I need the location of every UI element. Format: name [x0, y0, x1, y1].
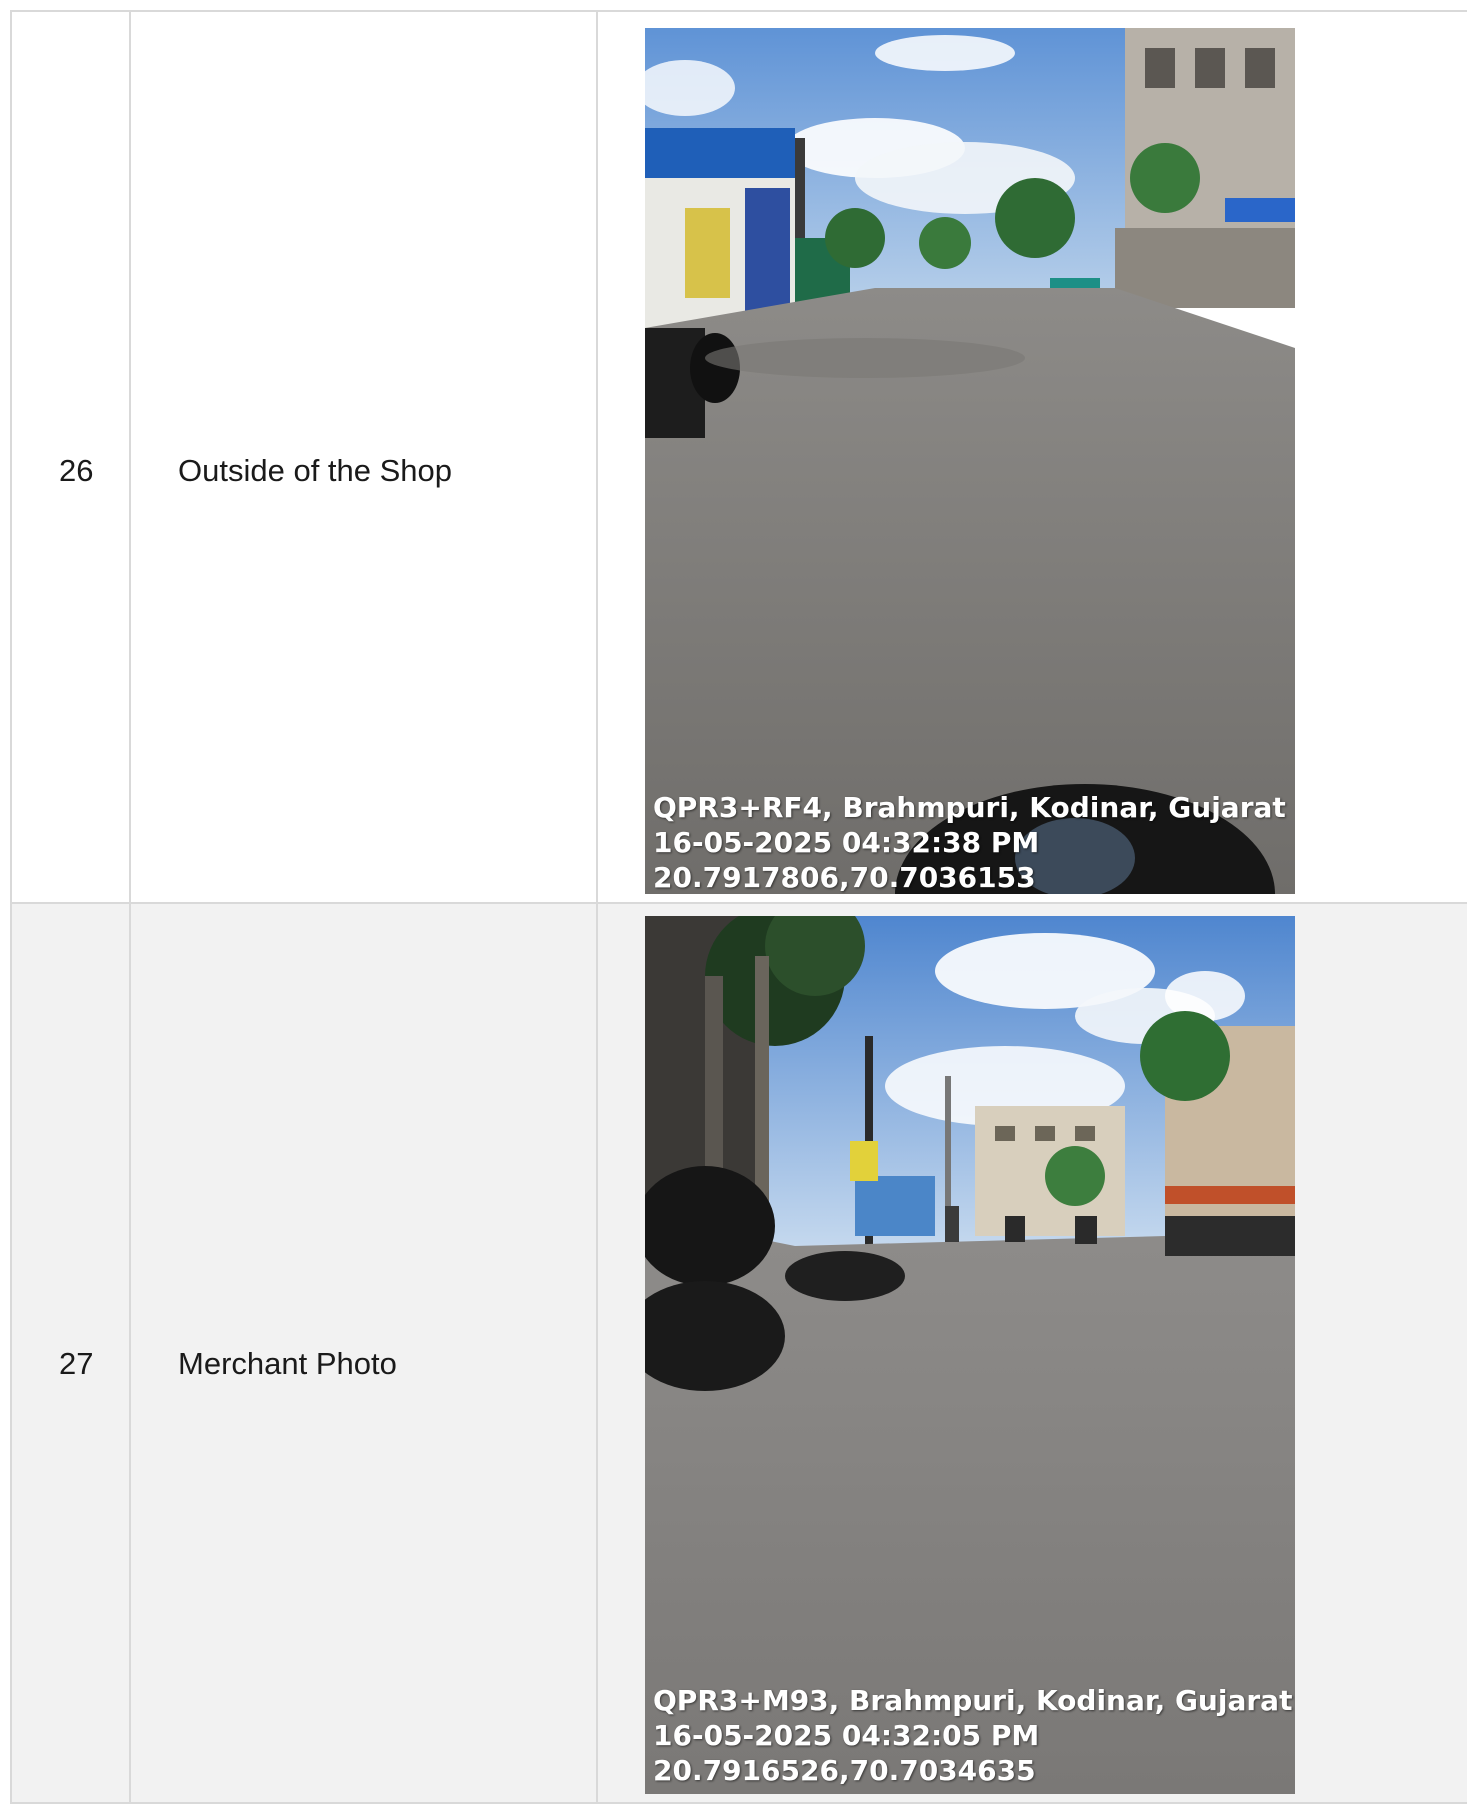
table-row: 27 Merchant Photo QPR3+M93, Brahmpuri, K… — [10, 904, 1467, 1804]
photo-label: Merchant Photo — [178, 1346, 397, 1381]
photo-datetime-overlay: 16-05-2025 04:32:05 PM — [653, 1719, 1040, 1752]
street-photo: QPR3+RF4, Brahmpuri, Kodinar, Gujarat 36… — [645, 28, 1295, 894]
table-row: 26 Outside of the Shop QPR3+RF4, Brahmpu… — [10, 10, 1467, 904]
photo-coords-overlay: 20.7917806,70.7036153 — [653, 861, 1036, 894]
photo-label: Outside of the Shop — [178, 453, 453, 488]
photo-cell: QPR3+RF4, Brahmpuri, Kodinar, Gujarat 36… — [598, 12, 1467, 902]
serial-number: 27 — [59, 1346, 94, 1381]
photo-coords-overlay: 20.7916526,70.7034635 — [653, 1754, 1036, 1787]
description-cell: Merchant Photo — [131, 904, 598, 1802]
serial-number-cell: 26 — [10, 12, 131, 902]
photo-address-overlay: QPR3+RF4, Brahmpuri, Kodinar, Gujarat 36… — [653, 791, 1295, 824]
serial-number: 26 — [59, 453, 94, 488]
photo-cell: QPR3+M93, Brahmpuri, Kodinar, Gujarat 36… — [598, 904, 1467, 1802]
street-photo: QPR3+M93, Brahmpuri, Kodinar, Gujarat 36… — [645, 916, 1295, 1794]
photo-datetime-overlay: 16-05-2025 04:32:38 PM — [653, 826, 1040, 859]
serial-number-cell: 27 — [10, 904, 131, 1802]
photo-address-overlay: QPR3+M93, Brahmpuri, Kodinar, Gujarat 36… — [653, 1684, 1295, 1717]
description-cell: Outside of the Shop — [131, 12, 598, 902]
